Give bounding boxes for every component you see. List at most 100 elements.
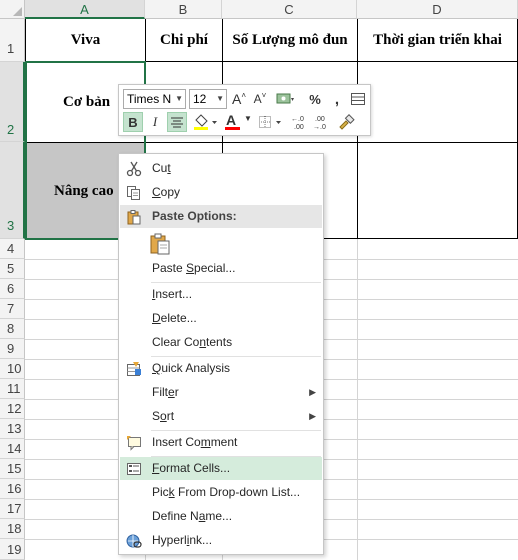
menu-label: Cut xyxy=(152,161,171,175)
row-header-11[interactable]: 11 xyxy=(0,379,25,399)
menu-label: Copy xyxy=(152,185,181,199)
row-header-5[interactable]: 5 xyxy=(0,259,25,279)
menu-item-paste-special[interactable]: Paste Special... xyxy=(120,257,322,280)
menu-item-cut[interactable]: Cut xyxy=(120,157,322,180)
paintbrush-icon xyxy=(339,114,355,130)
menu-item-delete[interactable]: Delete... xyxy=(120,307,322,330)
increase-decimal-button[interactable]: ←.0.00 xyxy=(291,112,311,132)
column-header-b[interactable]: B xyxy=(145,0,222,19)
menu-label: Define Name... xyxy=(152,509,233,523)
copy-icon xyxy=(127,186,140,200)
format-painter-button[interactable] xyxy=(336,112,356,132)
menu-item-define-name[interactable]: Define Name... xyxy=(120,505,322,528)
menu-label: Delete... xyxy=(152,311,197,325)
fill-bucket-icon xyxy=(194,114,217,130)
menu-item-quick-analysis[interactable]: Quick Analysis xyxy=(120,357,322,380)
percent-style-button[interactable]: % xyxy=(305,89,325,109)
row-header-10[interactable]: 10 xyxy=(0,359,25,379)
row-header-12[interactable]: 12 xyxy=(0,399,25,419)
row-header-3[interactable]: 3 xyxy=(0,142,25,239)
bold-button[interactable]: B xyxy=(123,112,143,132)
row-header-18[interactable]: 18 xyxy=(0,519,25,539)
percent-icon: % xyxy=(309,91,321,107)
select-all-corner[interactable] xyxy=(0,0,25,19)
menu-item-clear-contents[interactable]: Clear Contents xyxy=(120,331,322,354)
svg-text:→.0: →.0 xyxy=(313,124,326,130)
chevron-down-icon[interactable]: ▼ xyxy=(216,90,224,108)
grow-font-button[interactable]: A ˄ xyxy=(229,89,249,109)
menu-label: Format Cells... xyxy=(152,461,231,475)
clipboard-icon xyxy=(127,210,141,225)
caret-up-icon: ˄ xyxy=(241,90,246,100)
submenu-arrow-icon: ▶ xyxy=(309,411,316,421)
menu-label: Quick Analysis xyxy=(152,361,231,375)
row-header-7[interactable]: 7 xyxy=(0,299,25,319)
bold-icon: B xyxy=(128,114,138,130)
borders-button[interactable] xyxy=(256,112,284,132)
mini-toolbar: Times N ▼ 12 ▼ A ˄ A ˅ % , B I A ▼ ←.0 .… xyxy=(118,84,371,136)
accounting-format-button[interactable] xyxy=(272,89,298,109)
row-header-16[interactable]: 16 xyxy=(0,479,25,499)
shrink-font-button[interactable]: A ˅ xyxy=(250,89,270,109)
menu-item-insert-comment[interactable]: Insert Comment xyxy=(120,431,322,454)
font-color-swatch xyxy=(225,127,240,130)
caret-down-icon: ˅ xyxy=(261,90,267,100)
font-color-button[interactable]: A ▼ xyxy=(223,112,252,132)
borders-icon xyxy=(259,116,281,128)
column-header-c[interactable]: C xyxy=(222,0,357,19)
cell-d1[interactable]: Thời gian triển khai xyxy=(358,20,517,61)
row-header-1[interactable]: 1 xyxy=(0,19,25,62)
italic-icon: I xyxy=(152,114,158,129)
menu-item-format-cells[interactable]: Format Cells... xyxy=(120,457,322,480)
font-name-value: Times N xyxy=(127,92,172,106)
cell-b1[interactable]: Chi phí xyxy=(146,20,222,61)
chevron-down-icon: ▼ xyxy=(244,114,252,123)
chevron-down-icon[interactable]: ▼ xyxy=(175,90,183,108)
menu-label: Sort xyxy=(152,409,175,423)
row-header-15[interactable]: 15 xyxy=(0,459,25,479)
menu-label: Filter xyxy=(152,385,179,399)
row-header-19[interactable]: 19 xyxy=(0,539,25,560)
row-header-4[interactable]: 4 xyxy=(0,239,25,259)
hyperlink-icon xyxy=(126,534,142,548)
row-header-6[interactable]: 6 xyxy=(0,279,25,299)
row-header-2[interactable]: 2 xyxy=(0,62,25,142)
grow-font-icon: A xyxy=(231,91,242,107)
menu-label: Pick From Drop-down List... xyxy=(152,485,301,499)
menu-item-insert[interactable]: Insert... xyxy=(120,283,322,306)
font-size-combo[interactable]: 12 ▼ xyxy=(189,89,227,109)
row-header-13[interactable]: 13 xyxy=(0,419,25,439)
menu-label: Paste Special... xyxy=(152,261,236,275)
italic-button[interactable]: I xyxy=(145,112,165,132)
column-header-d[interactable]: D xyxy=(357,0,518,19)
decrease-decimal-button[interactable]: .00 →.0 xyxy=(313,112,333,132)
menu-item-sort[interactable]: Sort ▶ xyxy=(120,405,322,428)
menu-label: Insert Comment xyxy=(152,435,238,449)
fill-color-button[interactable] xyxy=(191,112,219,132)
row-header-17[interactable]: 17 xyxy=(0,499,25,519)
center-align-button[interactable] xyxy=(167,112,187,132)
menu-item-pick-from-list[interactable]: Pick From Drop-down List... xyxy=(120,481,322,504)
row-header-14[interactable]: 14 xyxy=(0,439,25,459)
font-name-combo[interactable]: Times N ▼ xyxy=(123,89,186,109)
row-header-9[interactable]: 9 xyxy=(0,339,25,359)
paste-icon[interactable] xyxy=(149,232,173,256)
menu-item-hyperlink[interactable]: Hyperlink... xyxy=(120,529,322,552)
shrink-font-icon: A xyxy=(253,92,262,106)
column-header-a[interactable]: A xyxy=(25,0,145,19)
menu-item-filter[interactable]: Filter ▶ xyxy=(120,381,322,404)
svg-text:.00: .00 xyxy=(315,116,325,123)
quick-analysis-icon xyxy=(127,362,141,376)
clipboard-paste-icon xyxy=(150,233,170,255)
menu-item-copy[interactable]: Copy xyxy=(120,181,322,204)
comma-style-button[interactable]: , xyxy=(327,89,347,109)
svg-text:←.0: ←.0 xyxy=(291,116,304,123)
cell-a1[interactable]: Viva xyxy=(26,20,145,61)
menu-label: Insert... xyxy=(152,287,193,301)
menu-label: Paste Options: xyxy=(152,209,237,223)
font-size-value: 12 xyxy=(193,92,207,106)
borders-table-button[interactable] xyxy=(348,89,368,109)
cell-c1[interactable]: Số Lượng mô đun xyxy=(223,20,357,61)
scissors-icon xyxy=(126,161,142,177)
row-header-8[interactable]: 8 xyxy=(0,319,25,339)
